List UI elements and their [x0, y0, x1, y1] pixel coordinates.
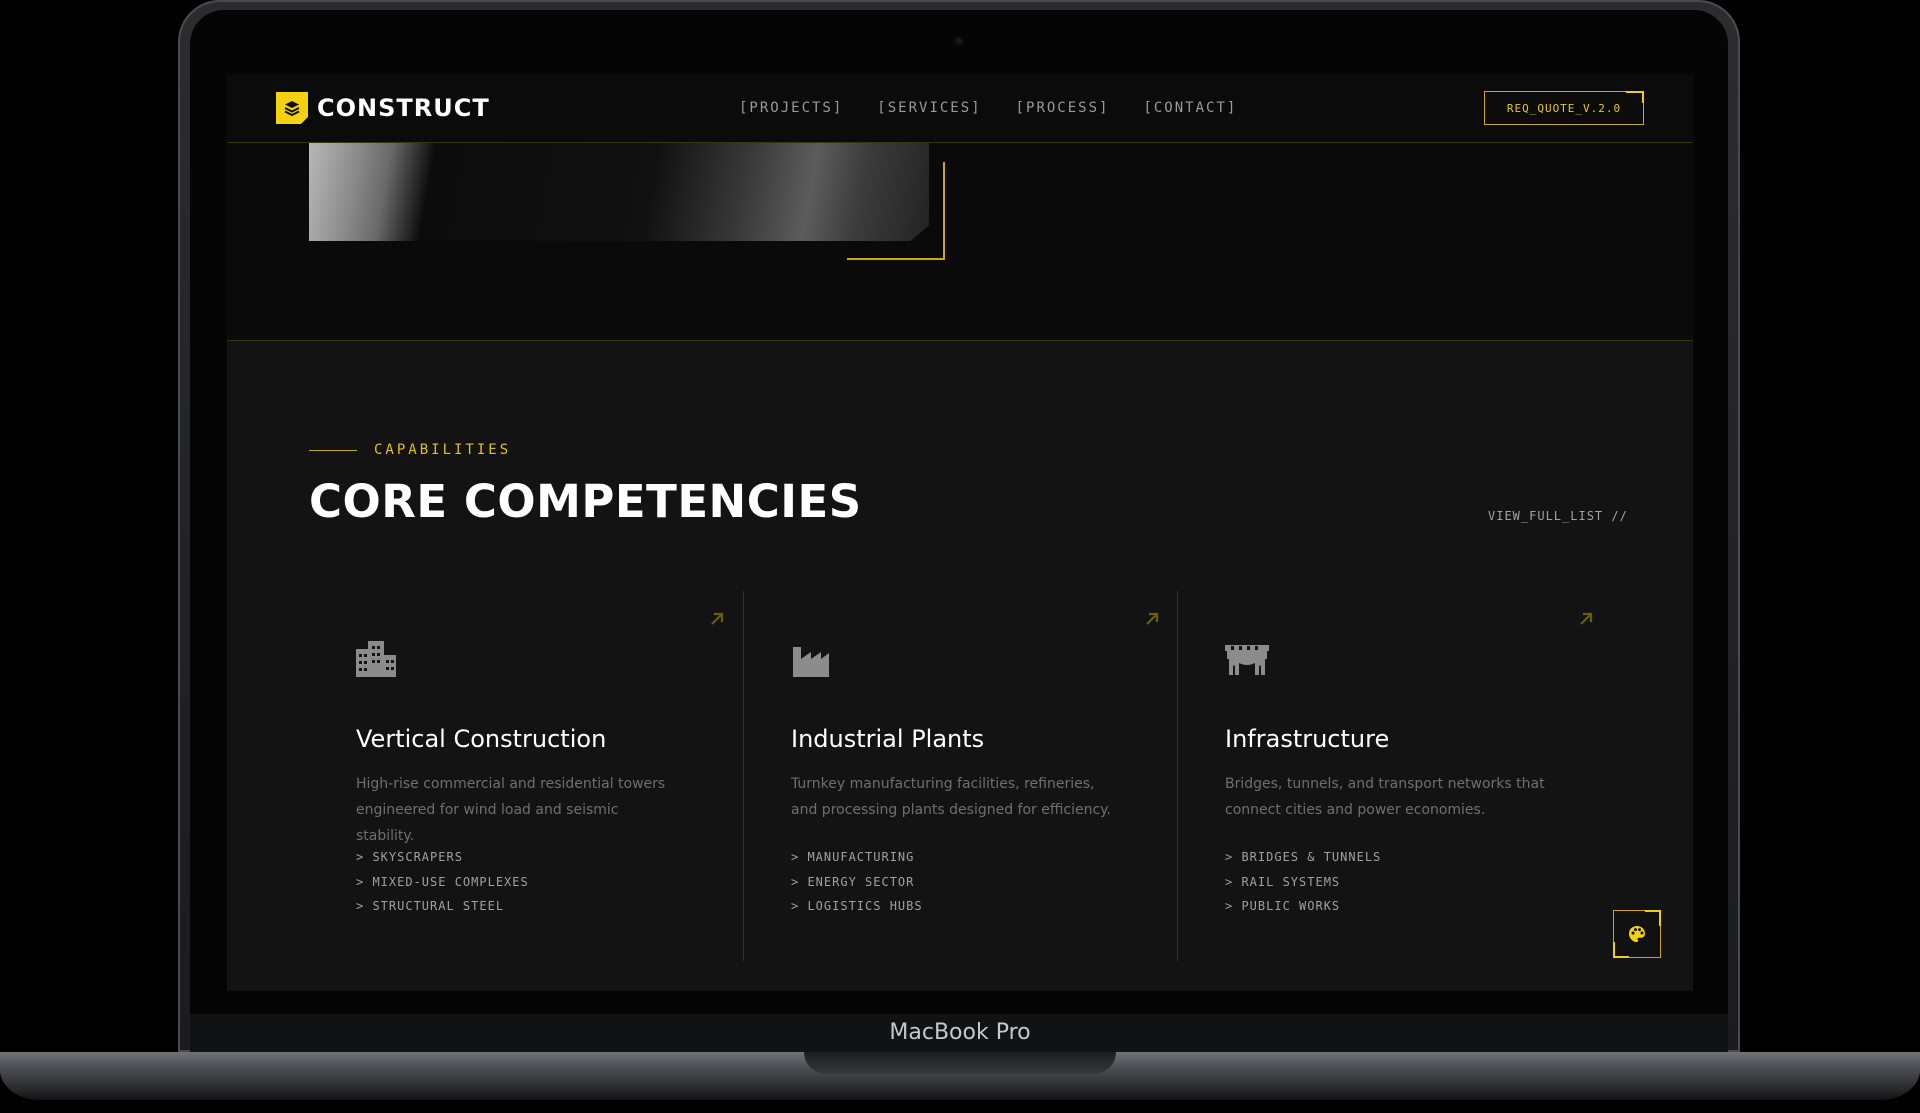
list-item: > STRUCTURAL STEEL: [356, 899, 505, 913]
brand-name[interactable]: CONSTRUCT: [317, 94, 490, 122]
nav-link-services[interactable]: [SERVICES]: [877, 100, 981, 116]
device-label: MacBook Pro: [889, 1020, 1031, 1045]
card-description: High-rise commercial and residential tow…: [356, 776, 666, 844]
card-description: Bridges, tunnels, and transport networks…: [1225, 776, 1545, 818]
hero-corner-accent: [847, 162, 945, 260]
palette-icon: [1629, 926, 1645, 942]
laptop-notch: [804, 1052, 1116, 1074]
list-item: > LOGISTICS HUBS: [791, 899, 923, 913]
competency-cards: Vertical Construction High-rise commerci…: [309, 591, 1609, 961]
hero-image: [309, 143, 929, 241]
arrow-up-right-icon: [1580, 612, 1593, 625]
bridge-icon: [1225, 645, 1269, 675]
card-list: > BRIDGES & TUNNELS > RAIL SYSTEMS > PUB…: [1225, 845, 1381, 919]
logo-icon[interactable]: [276, 92, 308, 124]
card-infrastructure[interactable]: Infrastructure Bridges, tunnels, and tra…: [1177, 591, 1612, 961]
camera-icon: [954, 36, 964, 46]
card-vertical-construction[interactable]: Vertical Construction High-rise commerci…: [309, 591, 743, 961]
list-item: > SKYSCRAPERS: [356, 850, 463, 864]
eyebrow-line: [309, 450, 357, 451]
capabilities-section: CAPABILITIES CORE COMPETENCIES VIEW_FULL…: [227, 341, 1693, 991]
card-title: Infrastructure: [1225, 725, 1390, 753]
section-eyebrow: CAPABILITIES: [374, 442, 512, 458]
request-quote-button[interactable]: REQ_QUOTE_V.2.0: [1484, 91, 1644, 125]
nav-links: [PROJECTS] [SERVICES] [PROCESS] [CONTACT…: [739, 100, 1237, 116]
card-title: Vertical Construction: [356, 725, 607, 753]
theme-palette-button[interactable]: [1613, 910, 1661, 958]
city-buildings-icon: [356, 641, 396, 677]
list-item: > RAIL SYSTEMS: [1225, 874, 1341, 889]
view-full-list-link[interactable]: VIEW_FULL_LIST //: [1488, 509, 1628, 523]
card-list: > MANUFACTURING > ENERGY SECTOR > LOGIST…: [791, 845, 923, 919]
card-description: Turnkey manufacturing facilities, refine…: [791, 776, 1111, 818]
nav-link-projects[interactable]: [PROJECTS]: [739, 100, 843, 116]
section-title: CORE COMPETENCIES: [309, 475, 862, 528]
arrow-up-right-icon: [1146, 612, 1159, 625]
card-industrial-plants[interactable]: Industrial Plants Turnkey manufacturing …: [743, 591, 1178, 961]
list-item: > MIXED-USE COMPLEXES: [356, 874, 529, 889]
list-item: > ENERGY SECTOR: [791, 874, 915, 889]
nav-link-process[interactable]: [PROCESS]: [1016, 100, 1110, 116]
list-item: > MANUFACTURING: [791, 850, 915, 864]
nav-link-contact[interactable]: [CONTACT]: [1143, 100, 1237, 116]
factory-icon: [793, 647, 829, 677]
list-item: > BRIDGES & TUNNELS: [1225, 850, 1382, 864]
screen: CONSTRUCT [PROJECTS] [SERVICES] [PROCESS…: [227, 74, 1693, 991]
card-title: Industrial Plants: [791, 725, 985, 753]
card-list: > SKYSCRAPERS > MIXED-USE COMPLEXES > ST…: [356, 845, 529, 919]
list-item: > PUBLIC WORKS: [1225, 899, 1341, 913]
top-nav: CONSTRUCT [PROJECTS] [SERVICES] [PROCESS…: [227, 74, 1693, 143]
arrow-up-right-icon: [711, 612, 724, 625]
